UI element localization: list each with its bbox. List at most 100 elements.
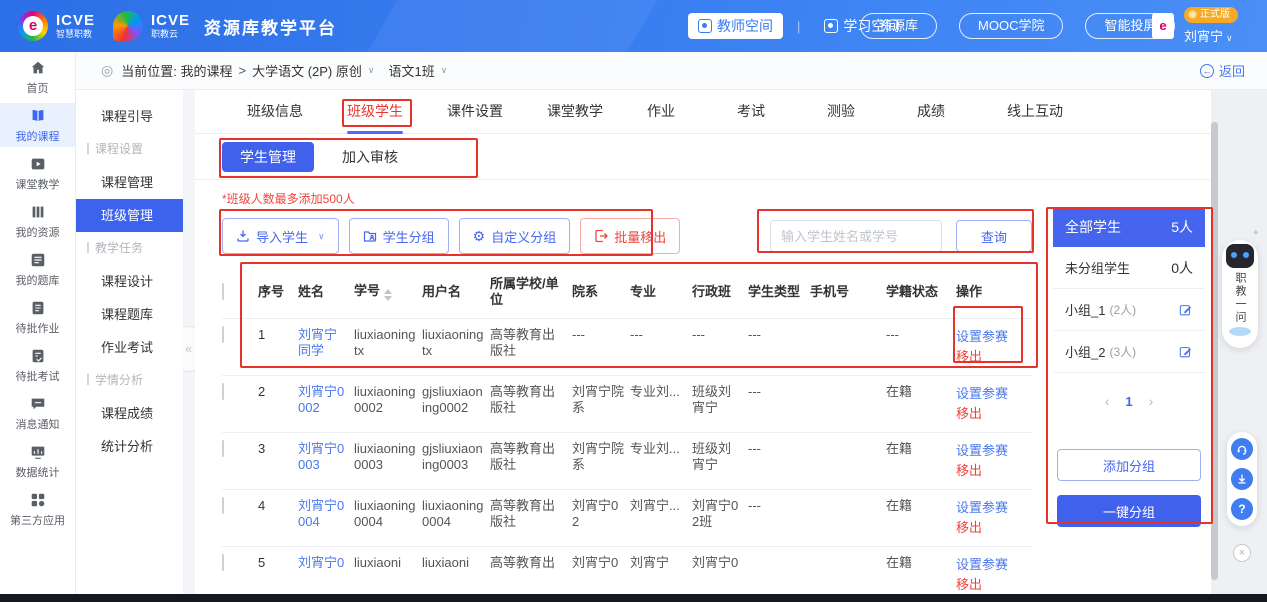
set-contest-link[interactable]: 设置参赛: [956, 384, 1026, 404]
vertical-scrollbar[interactable]: [1211, 122, 1218, 580]
class-tabbar: 班级信息 班级学生 课件设置 课堂教学 作业 考试 测验 成绩 线上互动: [195, 90, 1211, 134]
row-checkbox[interactable]: [222, 383, 224, 400]
rail-label: 首页: [27, 80, 49, 96]
breadcrumb-class-dropdown[interactable]: 语文1班: [388, 61, 434, 80]
back-arrow-icon: ←: [1200, 64, 1214, 78]
back-button[interactable]: ← 返回: [1200, 61, 1245, 80]
rail-label: 待批作业: [16, 320, 60, 336]
group-row[interactable]: 小组_2 (3人): [1053, 331, 1205, 373]
menu-item-homework-exam[interactable]: 作业考试: [75, 331, 183, 364]
tab-homework[interactable]: 作业: [647, 90, 675, 134]
remove-student-link[interactable]: 移出: [956, 404, 1026, 424]
ungrouped-students-row[interactable]: 未分组学生 0人: [1053, 247, 1205, 289]
teacher-space-tab[interactable]: 教师空间: [688, 13, 783, 39]
sidebar-item-notifications[interactable]: 消息通知: [0, 391, 75, 435]
remove-student-link[interactable]: 移出: [956, 461, 1026, 481]
groups-pagination: ‹ 1 ›: [1053, 389, 1205, 413]
sidebar-item-third-party-apps[interactable]: 第三方应用: [0, 487, 75, 531]
row-checkbox[interactable]: [222, 326, 224, 343]
custom-grouping-button[interactable]: ⚙ 自定义分组: [459, 218, 571, 254]
sidebar-item-pending-homework[interactable]: 待批作业: [0, 295, 75, 339]
assistant-widget[interactable]: 职教一问: [1222, 240, 1258, 348]
remove-student-link[interactable]: 移出: [956, 575, 1026, 594]
tab-classroom-teaching[interactable]: 课堂教学: [547, 90, 603, 134]
sidebar-item-classroom-teaching[interactable]: 课堂教学: [0, 151, 75, 195]
school: 高等教育出: [490, 555, 566, 571]
tab-grades[interactable]: 成绩: [917, 90, 945, 134]
student-grouping-button[interactable]: 学生分组: [349, 218, 449, 254]
row-checkbox[interactable]: [222, 497, 224, 514]
tab-courseware-settings[interactable]: 课件设置: [447, 90, 503, 134]
mooc-academy-button[interactable]: MOOC学院: [959, 13, 1063, 39]
student-name-link[interactable]: 刘宵宁0002: [298, 384, 348, 416]
set-contest-link[interactable]: 设置参赛: [956, 327, 1026, 347]
menu-item-course-grades[interactable]: 课程成绩: [75, 397, 183, 430]
student-name-link[interactable]: 刘宵宁0003: [298, 441, 348, 473]
row-checkbox[interactable]: [222, 554, 224, 571]
sidebar-item-question-bank[interactable]: 我的题库: [0, 247, 75, 291]
set-contest-link[interactable]: 设置参赛: [956, 555, 1026, 575]
guide-doc-icon[interactable]: [1152, 13, 1174, 39]
current-page[interactable]: 1: [1125, 394, 1132, 409]
batch-remove-button[interactable]: 批量移出: [580, 218, 680, 254]
sidebar-item-my-resources[interactable]: 我的资源: [0, 199, 75, 243]
tab-class-info[interactable]: 班级信息: [247, 90, 303, 134]
set-contest-link[interactable]: 设置参赛: [956, 441, 1026, 461]
resource-library-button[interactable]: 资源库: [860, 13, 937, 39]
student-name-link[interactable]: 刘宵宁0: [298, 555, 348, 571]
remove-student-link[interactable]: 移出: [956, 347, 1026, 367]
menu-item-statistics-analysis[interactable]: 统计分析: [75, 430, 183, 463]
user-menu[interactable]: 刘宵宁∨: [1184, 26, 1238, 45]
student-toolbar: 导入学生 ∨ 学生分组 ⚙ 自定义分组 批量移出 查询: [222, 218, 1032, 254]
menu-item-course-management[interactable]: 课程管理: [75, 166, 183, 199]
col-student-id[interactable]: 学号: [354, 283, 416, 301]
query-button[interactable]: 查询: [956, 220, 1032, 252]
sidebar-item-data-statistics[interactable]: 数据统计: [0, 439, 75, 483]
help-button[interactable]: ?: [1231, 498, 1253, 520]
toolbar-buttons: 导入学生 ∨ 学生分组 ⚙ 自定义分组 批量移出: [222, 218, 680, 254]
sort-icon[interactable]: [384, 289, 392, 301]
auto-group-button[interactable]: 一键分组: [1057, 495, 1201, 527]
group-count: (3人): [1109, 343, 1136, 360]
sidebar-item-my-courses[interactable]: 我的课程: [0, 103, 75, 147]
group-row[interactable]: 小组_1 (2人): [1053, 289, 1205, 331]
subtab-student-management[interactable]: 学生管理: [222, 142, 314, 172]
col-name: 姓名: [298, 284, 348, 300]
table-row: 4 刘宵宁0004 liuxiaoning0004 liuxiaoning000…: [222, 490, 1032, 547]
student-name-link[interactable]: 刘宵宁0004: [298, 498, 348, 530]
menu-item-course-design[interactable]: 课程设计: [75, 265, 183, 298]
menu-item-course-question-bank[interactable]: 课程题库: [75, 298, 183, 331]
sidebar-item-home[interactable]: 首页: [0, 55, 75, 99]
tab-online-interaction[interactable]: 线上互动: [1007, 90, 1063, 134]
next-page-icon[interactable]: ›: [1149, 393, 1154, 409]
menu-item-course-guide[interactable]: 课程引导: [75, 100, 183, 133]
menu-item-class-management[interactable]: 班级管理: [75, 199, 183, 232]
tab-exam[interactable]: 考试: [737, 90, 765, 134]
import-students-button[interactable]: 导入学生 ∨: [222, 218, 339, 254]
subtab-join-review[interactable]: 加入审核: [342, 147, 398, 167]
select-all-checkbox[interactable]: [222, 283, 224, 300]
download-button[interactable]: [1231, 468, 1253, 490]
edit-group-icon[interactable]: [1179, 303, 1193, 317]
set-contest-link[interactable]: 设置参赛: [956, 498, 1026, 518]
student-name-link[interactable]: 刘宵宁同学: [298, 327, 348, 359]
all-students-row[interactable]: 全部学生 5人: [1053, 207, 1205, 247]
remove-student-link[interactable]: 移出: [956, 518, 1026, 538]
assistant-label: 职教一问: [1232, 272, 1248, 324]
icve-zhijiaoyun-logo-icon: [113, 11, 143, 41]
open-book-icon: [29, 107, 47, 125]
user-name: 刘宵宁: [1184, 29, 1223, 44]
close-floating-toolbar-icon[interactable]: [1233, 544, 1251, 562]
add-group-button[interactable]: 添加分组: [1057, 449, 1201, 481]
cloud-icon: [1229, 327, 1251, 336]
tab-quiz[interactable]: 测验: [827, 90, 855, 134]
tab-class-students[interactable]: 班级学生: [347, 90, 403, 134]
prev-page-icon[interactable]: ‹: [1105, 393, 1110, 409]
student-search-input[interactable]: [770, 220, 942, 252]
sidebar-item-pending-exams[interactable]: 待批考试: [0, 343, 75, 387]
breadcrumb-my-courses[interactable]: 我的课程: [180, 61, 232, 80]
customer-service-button[interactable]: [1231, 438, 1253, 460]
edit-group-icon[interactable]: [1179, 345, 1193, 359]
breadcrumb-course-dropdown[interactable]: 大学语文 (2P) 原创: [252, 61, 362, 80]
row-checkbox[interactable]: [222, 440, 224, 457]
